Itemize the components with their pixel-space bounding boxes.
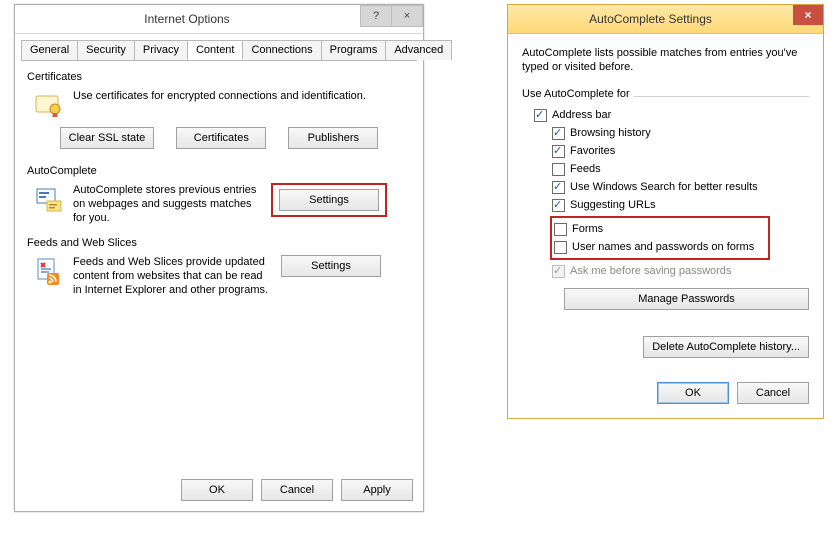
autocomplete-settings-dialog: AutoComplete Settings × AutoComplete lis… — [507, 4, 824, 419]
checkbox-icon — [554, 241, 567, 254]
certificates-text: Use certificates for encrypted connectio… — [73, 89, 411, 121]
tab-content[interactable]: Content — [187, 40, 244, 60]
autocomplete-settings-titlebar: AutoComplete Settings × — [508, 5, 823, 34]
certificates-legend: Certificates — [27, 71, 86, 83]
checkbox-icon — [534, 109, 547, 122]
certificates-content: Use certificates for encrypted connectio… — [27, 83, 411, 121]
help-button[interactable]: ? — [360, 5, 392, 27]
feeds-settings-wrap: Settings — [281, 255, 381, 297]
checkbox-icon — [552, 145, 565, 158]
option-suggesting-urls[interactable]: Suggesting URLs — [534, 196, 809, 214]
checkbox-icon — [554, 223, 567, 236]
autocomplete-settings-wrap: Settings — [271, 183, 387, 225]
autocomplete-text: AutoComplete stores previous entries on … — [73, 183, 271, 225]
option-label: User names and passwords on forms — [572, 241, 754, 253]
checkbox-icon — [552, 265, 565, 278]
manage-passwords-button[interactable]: Manage Passwords — [564, 288, 809, 310]
delete-history-wrap: Delete AutoComplete history... — [522, 336, 809, 358]
autocomplete-intro: AutoComplete lists possible matches from… — [522, 46, 809, 74]
apply-button[interactable]: Apply — [341, 479, 413, 501]
internet-options-body: Certificates Use certificates for encryp… — [15, 61, 423, 297]
clear-ssl-button[interactable]: Clear SSL state — [60, 127, 155, 149]
autocomplete-options: Address bar Browsing history Favorites F… — [522, 100, 809, 310]
tab-connections[interactable]: Connections — [242, 40, 321, 60]
option-label: Ask me before saving passwords — [570, 265, 731, 277]
feeds-group: Feeds and Web Slices Feeds and Web Slice… — [27, 237, 411, 297]
internet-options-title: Internet Options — [15, 5, 359, 33]
tab-privacy[interactable]: Privacy — [134, 40, 188, 60]
feeds-text: Feeds and Web Slices provide updated con… — [73, 255, 281, 297]
checkbox-icon — [552, 181, 565, 194]
publishers-button[interactable]: Publishers — [288, 127, 378, 149]
use-autocomplete-group: Use AutoComplete for Address bar Browsin… — [522, 84, 809, 404]
internet-options-footer: OK Cancel Apply — [181, 479, 413, 501]
tab-security[interactable]: Security — [77, 40, 135, 60]
use-autocomplete-legend: Use AutoComplete for — [522, 88, 634, 100]
feeds-content: Feeds and Web Slices provide updated con… — [27, 249, 411, 297]
feeds-legend: Feeds and Web Slices — [27, 237, 141, 249]
option-user-pass[interactable]: User names and passwords on forms — [554, 238, 764, 256]
checkbox-icon — [552, 199, 565, 212]
option-browsing-history[interactable]: Browsing history — [534, 124, 809, 142]
option-forms[interactable]: Forms — [554, 220, 764, 238]
option-label: Suggesting URLs — [570, 199, 656, 211]
close-button[interactable]: × — [391, 5, 423, 27]
tab-advanced[interactable]: Advanced — [385, 40, 452, 60]
tab-strip: General Security Privacy Content Connect… — [15, 34, 423, 60]
manage-passwords-wrap: Manage Passwords — [564, 288, 809, 310]
option-label: Address bar — [552, 109, 611, 121]
titlebar-buttons: ? × — [361, 5, 423, 27]
ok-button[interactable]: OK — [181, 479, 253, 501]
certificate-icon — [33, 89, 65, 121]
option-address-bar[interactable]: Address bar — [534, 106, 809, 124]
option-feeds[interactable]: Feeds — [534, 160, 809, 178]
autocomplete-legend: AutoComplete — [27, 165, 101, 177]
option-ask-before: Ask me before saving passwords — [534, 262, 809, 280]
certificates-group: Certificates Use certificates for encryp… — [27, 71, 411, 153]
option-label: Forms — [572, 223, 603, 235]
ok-button[interactable]: OK — [657, 382, 729, 404]
cancel-button[interactable]: Cancel — [261, 479, 333, 501]
certificates-button[interactable]: Certificates — [176, 127, 266, 149]
option-windows-search[interactable]: Use Windows Search for better results — [534, 178, 809, 196]
autocomplete-close-button[interactable]: × — [793, 5, 823, 25]
internet-options-titlebar: Internet Options ? × — [15, 5, 423, 34]
feeds-settings-button[interactable]: Settings — [281, 255, 381, 277]
delete-history-button[interactable]: Delete AutoComplete history... — [643, 336, 809, 358]
internet-options-dialog: Internet Options ? × General Security Pr… — [14, 4, 424, 512]
highlight-forms-options: Forms User names and passwords on forms — [550, 216, 770, 260]
autocomplete-settings-button[interactable]: Settings — [279, 189, 379, 211]
option-label: Favorites — [570, 145, 615, 157]
certificates-buttons: Clear SSL state Certificates Publishers — [27, 121, 411, 153]
autocomplete-icon — [33, 183, 65, 215]
tab-general[interactable]: General — [21, 40, 78, 60]
autocomplete-group: AutoComplete AutoComplete stores previou… — [27, 165, 411, 225]
option-label: Use Windows Search for better results — [570, 181, 758, 193]
option-label: Browsing history — [570, 127, 651, 139]
autocomplete-settings-body: AutoComplete lists possible matches from… — [508, 34, 823, 418]
feeds-icon — [33, 255, 65, 287]
option-favorites[interactable]: Favorites — [534, 142, 809, 160]
autocomplete-settings-title: AutoComplete Settings — [508, 5, 793, 33]
checkbox-icon — [552, 127, 565, 140]
autocomplete-content: AutoComplete stores previous entries on … — [27, 177, 411, 225]
cancel-button[interactable]: Cancel — [737, 382, 809, 404]
option-label: Feeds — [570, 163, 601, 175]
tab-programs[interactable]: Programs — [321, 40, 387, 60]
autocomplete-footer: OK Cancel — [522, 382, 809, 404]
highlight-settings: Settings — [271, 183, 387, 217]
checkbox-icon — [552, 163, 565, 176]
